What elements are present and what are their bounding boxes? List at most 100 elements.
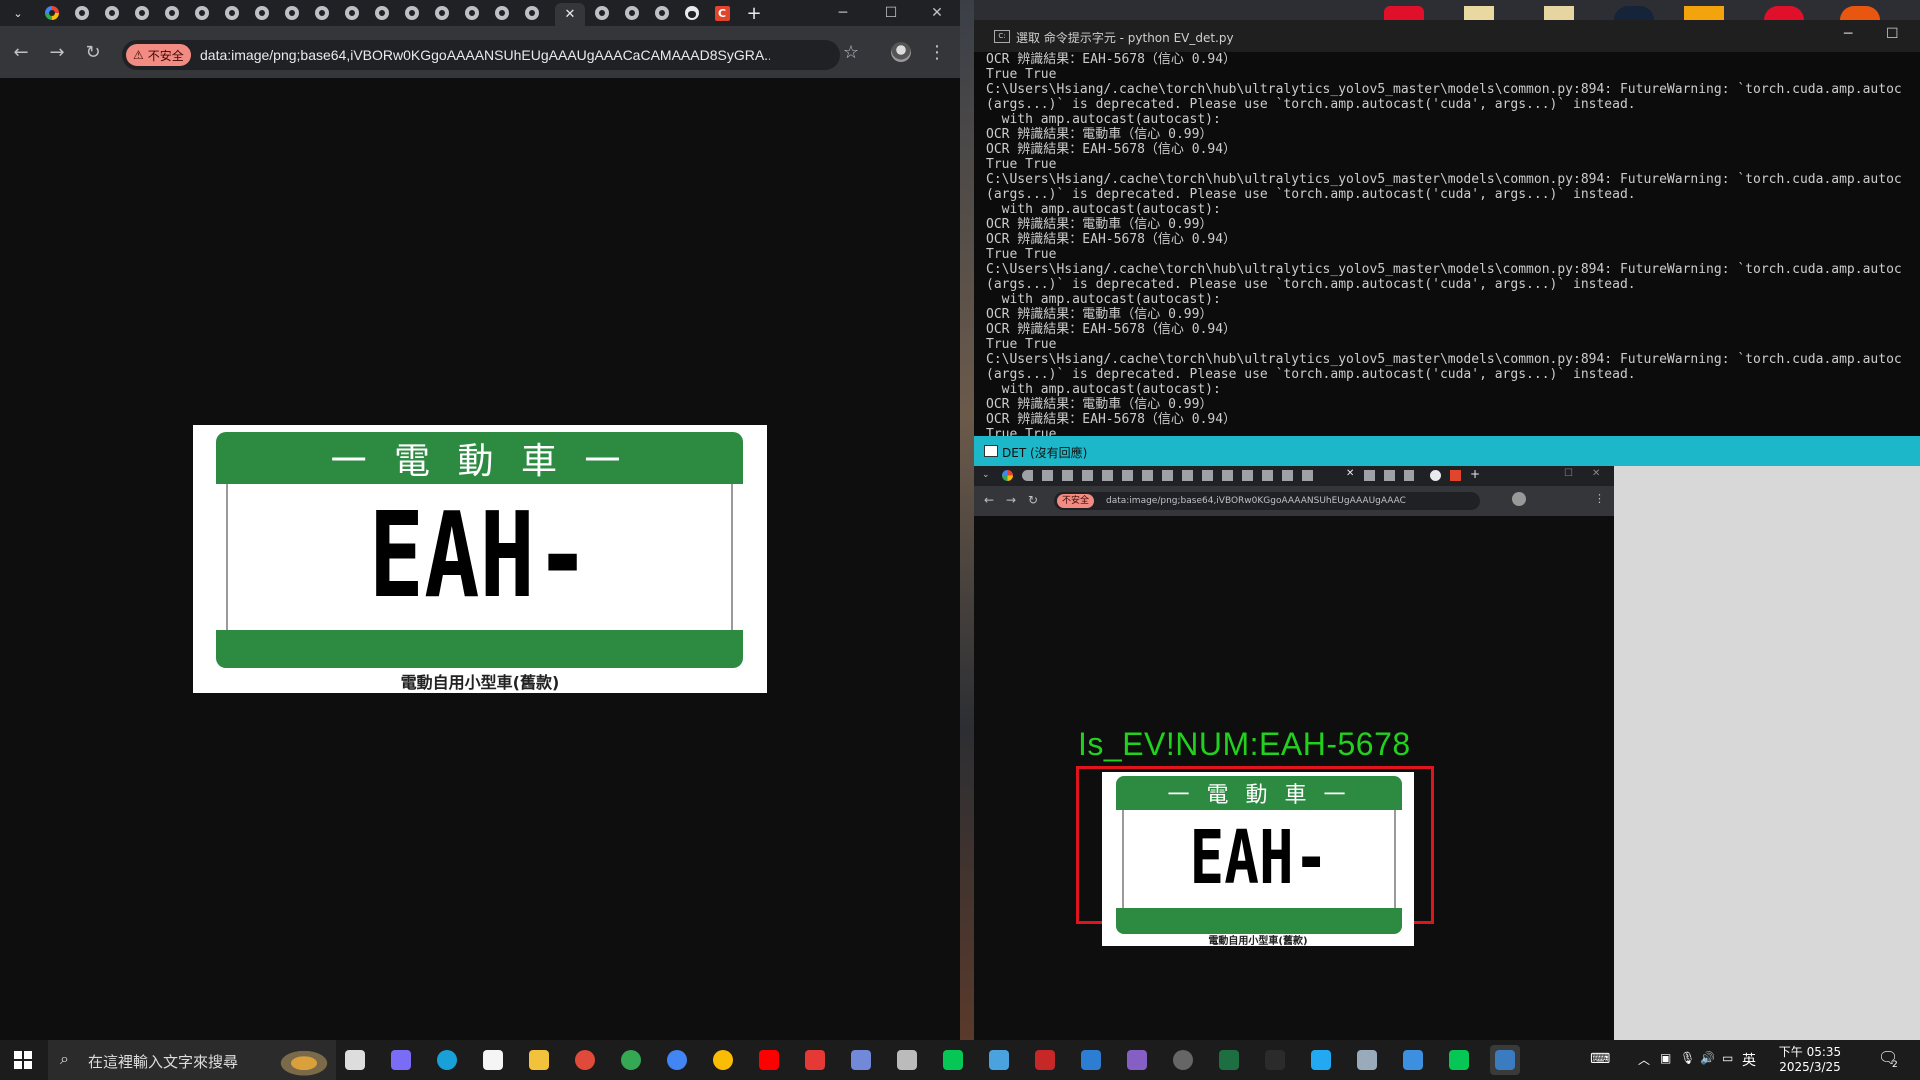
- terminal-icon: C:: [994, 30, 1010, 43]
- chrome-taskbar-button[interactable]: [570, 1045, 600, 1075]
- kebab-menu-icon[interactable]: ⋮: [924, 39, 950, 65]
- tab[interactable]: [400, 3, 424, 23]
- terminal-line: True True: [986, 247, 1057, 262]
- tab[interactable]: [650, 3, 674, 23]
- star-icon[interactable]: ☆: [838, 39, 864, 65]
- edge-icon: [437, 1050, 457, 1070]
- voice-meter-taskbar-button[interactable]: [1030, 1045, 1060, 1075]
- globe-icon: [165, 6, 179, 20]
- arrow-left-icon[interactable]: ←: [8, 39, 34, 65]
- app-camera-taskbar-button[interactable]: [892, 1045, 922, 1075]
- tab[interactable]: [220, 3, 244, 23]
- terminal-line: C:\Users\Hsiang/.cache\torch\hub\ultraly…: [986, 82, 1902, 97]
- network-icon[interactable]: ▭: [1722, 1051, 1733, 1065]
- tab[interactable]: [370, 3, 394, 23]
- store-taskbar-button[interactable]: [478, 1045, 508, 1075]
- detected-plate-caption: 電動自用小型車(舊款): [1208, 936, 1308, 947]
- line-2-taskbar-button[interactable]: [1444, 1045, 1474, 1075]
- tab[interactable]: [250, 3, 274, 23]
- chrome-profile-2-taskbar-button[interactable]: [662, 1045, 692, 1075]
- close-tab-icon[interactable]: ✕: [565, 7, 576, 22]
- globe-icon: [105, 6, 119, 20]
- tab[interactable]: [70, 3, 94, 23]
- terminal-output[interactable]: OCR 辨識結果：EAH-5678（信心 0.94） True True C:\Us…: [986, 52, 1916, 436]
- volume-icon[interactable]: 🔊: [1700, 1051, 1715, 1065]
- vscode-taskbar-button[interactable]: [1306, 1045, 1336, 1075]
- start-button[interactable]: [8, 1045, 38, 1075]
- tab[interactable]: [310, 3, 334, 23]
- chrome-profile-1-taskbar-button[interactable]: [616, 1045, 646, 1075]
- terminal-taskbar-button[interactable]: [1260, 1045, 1290, 1075]
- close-window-button[interactable]: ✕: [914, 0, 960, 26]
- detection-label: Is_EV!NUM:EAH-5678: [1078, 726, 1411, 762]
- tab-github[interactable]: [680, 3, 704, 23]
- chrome-profile-3-taskbar-button[interactable]: [708, 1045, 738, 1075]
- tab-c[interactable]: C: [710, 3, 734, 23]
- tab[interactable]: [590, 3, 614, 23]
- app-clock-icon: [1173, 1050, 1193, 1070]
- app-window-taskbar-button[interactable]: [1352, 1045, 1382, 1075]
- mini-tab-strip: ⌄ ✕ + ☐ ✕: [974, 466, 1614, 486]
- browser-window: ⌄ ✕ C + ─ ☐ ✕ ← → ↻ ⌕ ☆ ⋮: [0, 0, 960, 1040]
- url-text[interactable]: data:image/png;base64,iVBORw0KGgoAAAANSU…: [200, 40, 770, 70]
- tab[interactable]: [490, 3, 514, 23]
- warning-icon: ⚠: [133, 48, 144, 62]
- copilot-taskbar-button[interactable]: [386, 1045, 416, 1075]
- minimize-button[interactable]: ─: [820, 0, 866, 26]
- keyboard-icon[interactable]: ⌨: [1590, 1051, 1610, 1067]
- app-red-taskbar-button[interactable]: [800, 1045, 830, 1075]
- youtube-taskbar-button[interactable]: [754, 1045, 784, 1075]
- minimize-button[interactable]: ─: [1844, 26, 1852, 42]
- arrow-right-icon[interactable]: →: [44, 39, 70, 65]
- visual-studio-taskbar-button[interactable]: [1122, 1045, 1152, 1075]
- tab[interactable]: [190, 3, 214, 23]
- python-taskbar-button[interactable]: [1490, 1045, 1520, 1075]
- tab[interactable]: [460, 3, 484, 23]
- camera-icon[interactable]: ▣: [1660, 1051, 1671, 1065]
- tab[interactable]: [130, 3, 154, 23]
- excel-taskbar-button[interactable]: [1214, 1045, 1244, 1075]
- tab[interactable]: [100, 3, 124, 23]
- detected-plate-header: 一 電 動 車 一: [1116, 776, 1402, 810]
- app-blocks-taskbar-button[interactable]: [984, 1045, 1014, 1075]
- tab[interactable]: [280, 3, 304, 23]
- c-app-icon: C: [714, 5, 730, 21]
- maximize-button[interactable]: ☐: [1886, 26, 1899, 42]
- address-bar[interactable]: ⚠ 不安全 data:image/png;base64,iVBORw0KGgoAA…: [122, 40, 840, 70]
- windows-icon: [14, 1051, 32, 1069]
- clock-time: 下午 05:35: [1778, 1045, 1842, 1059]
- tab[interactable]: [340, 3, 364, 23]
- tab[interactable]: [160, 3, 184, 23]
- paint-taskbar-button[interactable]: [1398, 1045, 1428, 1075]
- app-clock-taskbar-button[interactable]: [1168, 1045, 1198, 1075]
- det-canvas[interactable]: ⌄ ✕ + ☐ ✕ ← → ↻ 不安全 data:image/png;base6…: [974, 466, 1614, 1040]
- taskbar-search[interactable]: ⌕ 在這裡輸入文字來搜尋: [48, 1040, 336, 1080]
- tab[interactable]: [430, 3, 454, 23]
- app-red-icon: [805, 1050, 825, 1070]
- task-view-taskbar-button[interactable]: [340, 1045, 370, 1075]
- clock[interactable]: 下午 05:35 2025/3/25: [1770, 1043, 1850, 1074]
- rstudio-taskbar-button[interactable]: [1076, 1045, 1106, 1075]
- discord-taskbar-button[interactable]: [846, 1045, 876, 1075]
- voice-meter-icon: [1035, 1050, 1055, 1070]
- avatar[interactable]: [888, 39, 914, 65]
- license-plate: 一 電 動 車 一 EAH-5678: [216, 432, 743, 668]
- tab[interactable]: [620, 3, 644, 23]
- tab-active[interactable]: ✕: [555, 3, 585, 26]
- clock-date: 2025/3/25: [1779, 1060, 1841, 1074]
- tab-search-icon[interactable]: ⌄: [6, 3, 30, 23]
- chevron-up-icon[interactable]: ︿: [1638, 1051, 1650, 1068]
- line-taskbar-button[interactable]: [938, 1045, 968, 1075]
- reload-icon[interactable]: ↻: [80, 39, 106, 65]
- edge-taskbar-button[interactable]: [432, 1045, 462, 1075]
- microphone-icon[interactable]: 🎙: [1680, 1051, 1695, 1065]
- tab[interactable]: [520, 3, 544, 23]
- tab-google[interactable]: [40, 3, 64, 23]
- new-tab-button[interactable]: +: [742, 3, 766, 24]
- maximize-button[interactable]: ☐: [868, 0, 914, 26]
- ime-indicator[interactable]: 英: [1742, 1050, 1756, 1070]
- terminal-line: OCR 辨識結果：EAH-5678（信心 0.94）: [986, 322, 1237, 337]
- security-chip[interactable]: ⚠ 不安全: [126, 44, 191, 66]
- explorer-taskbar-button[interactable]: [524, 1045, 554, 1075]
- mini-toolbar: ← → ↻ 不安全 data:image/png;base64,iVBORw0K…: [974, 486, 1614, 516]
